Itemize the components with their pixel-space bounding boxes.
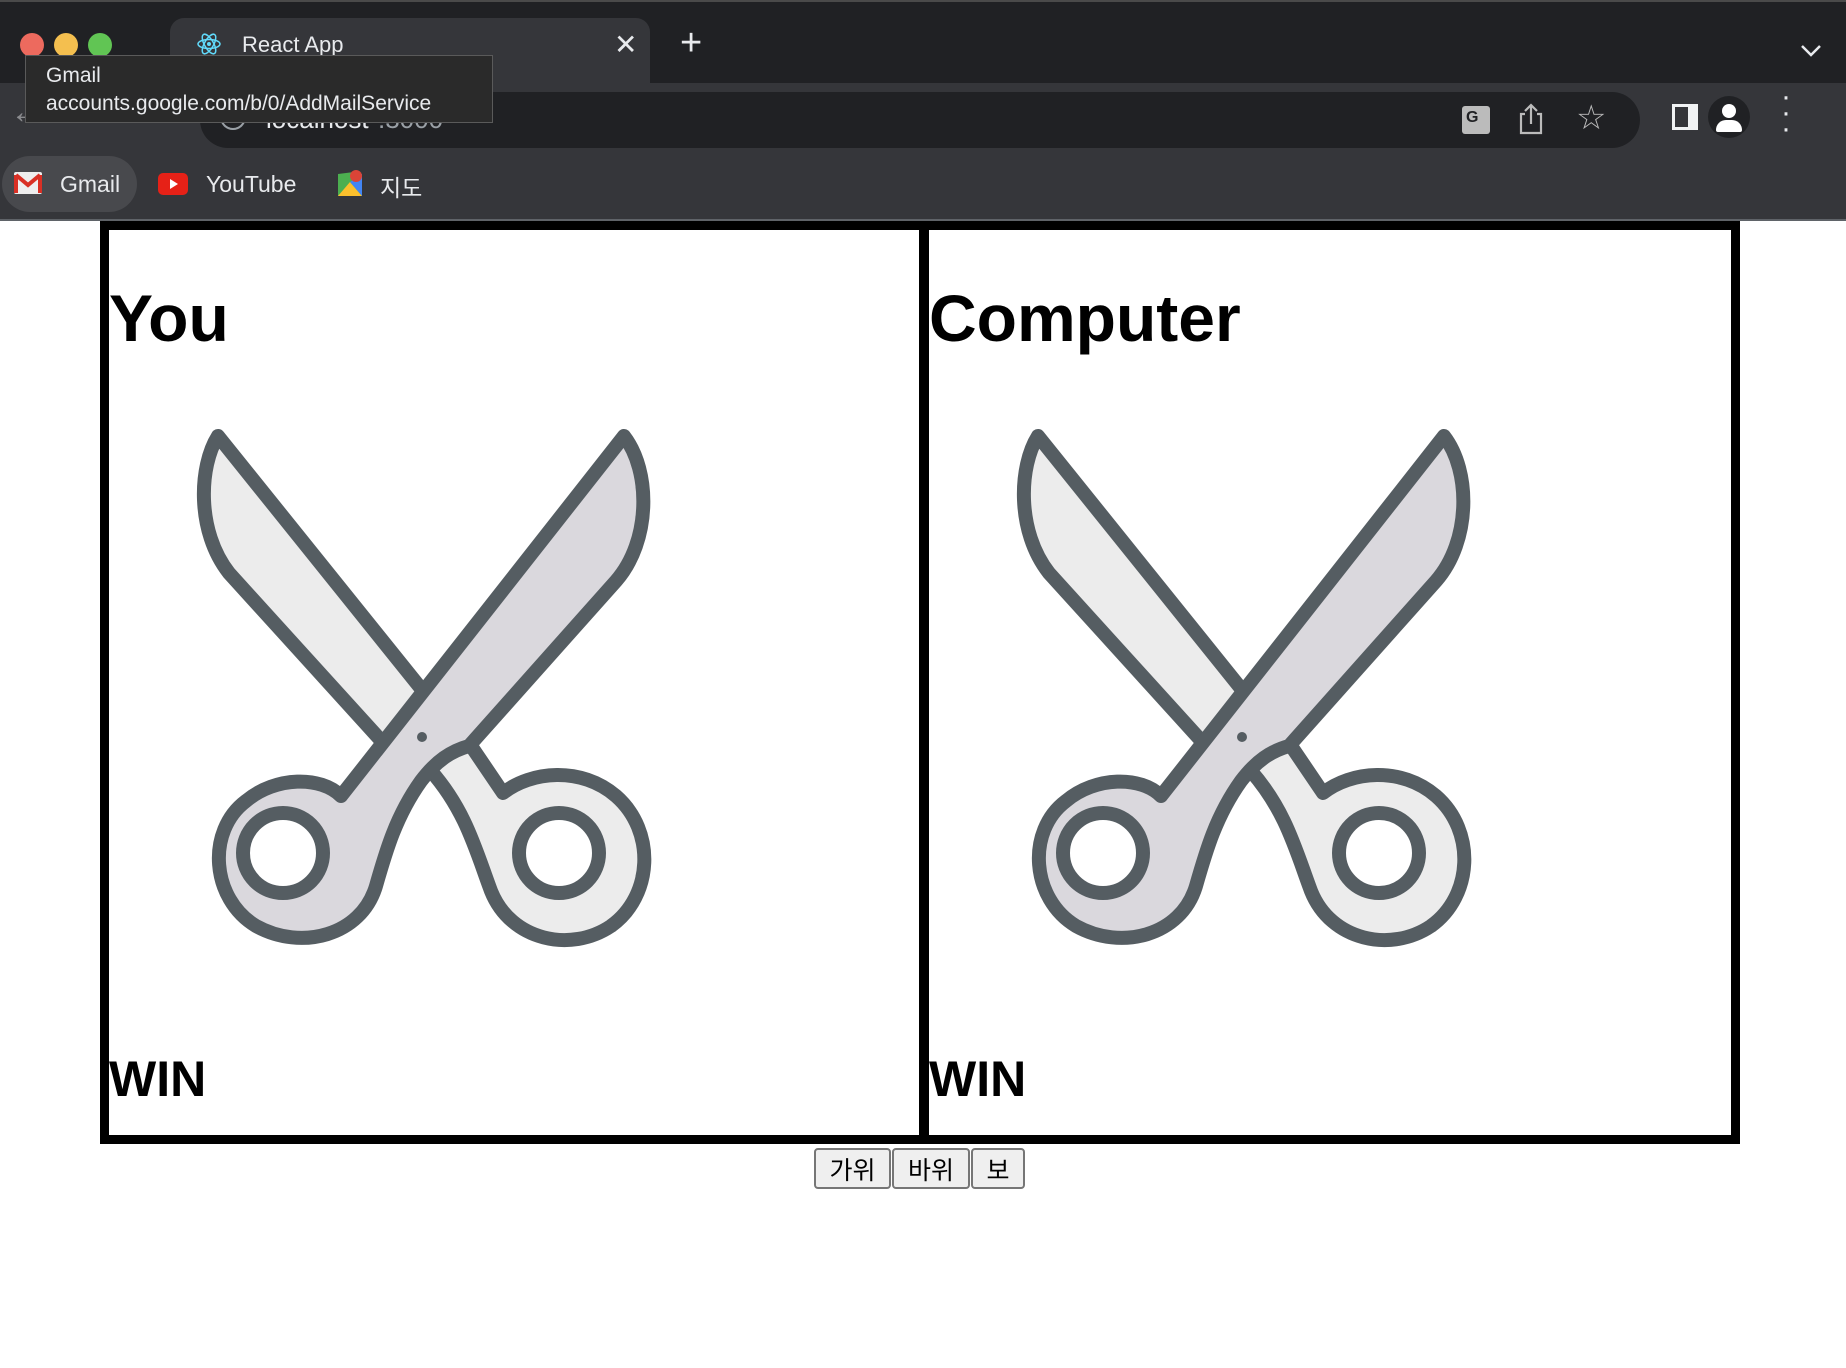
close-window-button[interactable] — [20, 33, 44, 57]
gmail-icon — [14, 172, 42, 194]
bookmark-tooltip: Gmail accounts.google.com/b/0/AddMailSer… — [25, 55, 493, 123]
paper-button[interactable]: 보 — [971, 1148, 1025, 1189]
maps-icon — [338, 170, 362, 196]
maximize-window-button[interactable] — [88, 33, 112, 57]
computer-panel: Computer WIN — [920, 221, 1740, 1144]
bookmark-youtube[interactable]: YouTube — [155, 156, 305, 212]
player-panel: You WIN — [100, 221, 928, 1144]
scissors-icon — [196, 429, 652, 947]
computer-title: Computer — [929, 281, 1241, 355]
share-icon[interactable] — [1518, 102, 1544, 136]
bookmarks-bar: Gmail YouTube 지도 — [0, 148, 1846, 221]
side-panel-icon[interactable] — [1672, 104, 1698, 130]
computer-result: WIN — [929, 1051, 1027, 1107]
react-icon — [197, 33, 221, 55]
translate-icon[interactable]: G — [1462, 106, 1490, 134]
scissors-icon — [1016, 429, 1472, 947]
scissors-button[interactable]: 가위 — [814, 1148, 891, 1189]
bookmark-maps[interactable]: 지도 — [330, 156, 440, 212]
tooltip-url: accounts.google.com/b/0/AddMailService — [46, 92, 432, 115]
rock-button[interactable]: 바위 — [892, 1148, 970, 1189]
player-result: WIN — [109, 1051, 207, 1107]
youtube-icon — [158, 173, 188, 195]
menu-icon[interactable]: · · · — [1781, 82, 1791, 144]
player-title: You — [109, 281, 229, 355]
minimize-window-button[interactable] — [54, 33, 78, 57]
profile-avatar[interactable] — [1708, 96, 1750, 138]
bookmark-star-icon[interactable]: ☆ — [1576, 98, 1606, 138]
close-tab-icon[interactable]: ✕ — [614, 28, 637, 61]
bookmark-label: YouTube — [206, 171, 297, 197]
bookmark-label: 지도 — [380, 176, 423, 202]
tooltip-title: Gmail — [46, 64, 101, 87]
bookmark-gmail[interactable]: Gmail — [2, 156, 137, 212]
bookmark-label: Gmail — [60, 171, 121, 197]
chevron-down-icon[interactable] — [1800, 44, 1822, 58]
new-tab-button[interactable]: + — [680, 22, 702, 65]
